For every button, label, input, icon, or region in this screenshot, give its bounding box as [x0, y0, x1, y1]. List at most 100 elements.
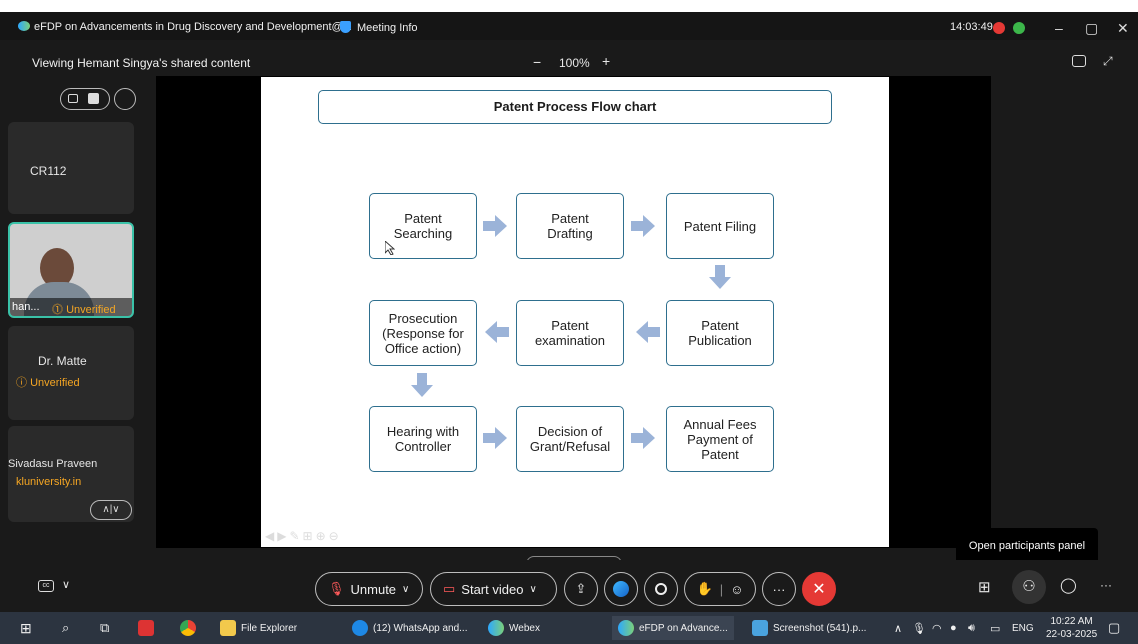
chevron-down-icon: ∨ — [402, 583, 410, 595]
taskbar-file-explorer[interactable]: File Explorer — [220, 618, 297, 638]
task-view-icon[interactable]: ⧉ — [100, 618, 109, 638]
participant-tile[interactable]: Dr. Matte ⓘ Unverified — [8, 326, 134, 420]
unmute-button[interactable]: 🎙︎ Unmute ∨ — [315, 572, 423, 606]
tray-expand-icon[interactable]: ∧ — [894, 618, 902, 638]
tray-volume-icon[interactable]: 🔊︎ — [968, 618, 975, 638]
start-video-button[interactable]: ▭ Start video ∨ — [430, 572, 557, 606]
video-off-icon: ▭ — [443, 581, 456, 596]
down-arrow-icon — [411, 373, 433, 397]
participant-label-bar: han... ⓵ Unverified — [10, 298, 132, 316]
captions-dropdown-icon[interactable]: ∨ — [62, 578, 70, 591]
folder-icon — [220, 620, 236, 636]
down-arrow-icon — [709, 265, 731, 289]
webex-icon — [488, 620, 504, 636]
share-button[interactable]: ⇪ — [564, 572, 598, 606]
shared-slide: Patent Process Flow chart Patent Searchi… — [261, 77, 889, 547]
unverified-badge: ⓵ Unverified — [52, 304, 116, 316]
webex-logo-icon — [18, 21, 30, 31]
slide-title: Patent Process Flow chart — [318, 90, 832, 124]
stage-view-icon[interactable] — [88, 93, 99, 104]
participant-name: Dr. Matte — [38, 354, 87, 368]
edge-app-button[interactable] — [604, 572, 638, 606]
participant-name: Sivadasu Praveen — [8, 458, 98, 470]
participants-panel-button[interactable]: ⚇ — [1012, 570, 1046, 604]
emoji-icon: ☺ — [730, 581, 744, 597]
leave-meeting-button[interactable]: ✕ — [802, 572, 836, 606]
taskbar-webex[interactable]: Webex — [488, 618, 540, 638]
zoom-out-button[interactable]: − — [533, 54, 541, 70]
window-titlebar: eFDP on Advancements in Drug Discovery a… — [0, 0, 1138, 40]
share-viewing-bar: Viewing Hemant Singya's shared content −… — [0, 40, 1138, 76]
right-arrow-icon — [483, 215, 507, 237]
close-window-button[interactable]: ✕ — [1117, 20, 1129, 37]
scroll-participants-button[interactable]: ∧|∨ — [90, 500, 132, 520]
webex-icon — [618, 620, 634, 636]
windows-start-icon[interactable]: ⊞ — [20, 618, 32, 638]
tray-app-icon[interactable]: ● — [950, 618, 957, 638]
record-button[interactable] — [644, 572, 678, 606]
flow-node-hearing: Hearing with Controller — [369, 406, 477, 472]
flow-node-patent-examination: Patent examination — [516, 300, 624, 366]
flow-node-patent-filing: Patent Filing — [666, 193, 774, 259]
participants-icon: ⚇ — [1022, 578, 1036, 595]
grid-view-icon[interactable] — [68, 94, 78, 103]
tray-mic-icon[interactable]: 🎙︎ — [912, 618, 926, 638]
language-indicator[interactable]: ENG — [1012, 618, 1034, 638]
taskbar-screenshot[interactable]: Screenshot (541).p... — [752, 618, 866, 638]
zoom-level: 100% — [559, 56, 590, 70]
meeting-clock: 14:03:49 — [950, 21, 993, 33]
edge-icon — [613, 581, 629, 597]
raise-hand-icon: ✋ — [696, 581, 713, 596]
apps-icon[interactable]: ⊞ — [978, 578, 991, 596]
participants-sidebar: CR112 han... ⓵ Unverified Dr. Matte ⓘ Un… — [0, 80, 156, 550]
pdf-app-icon[interactable] — [138, 618, 159, 638]
minimize-button[interactable]: – — [1055, 20, 1063, 36]
expand-icon[interactable] — [114, 88, 136, 110]
left-arrow-icon — [485, 321, 509, 343]
tray-wifi-icon[interactable]: ◠ — [932, 618, 942, 638]
more-panels-icon[interactable]: ··· — [1100, 578, 1112, 592]
tray-battery-icon[interactable]: ▭ — [990, 618, 1000, 638]
chevron-down-icon: ∨ — [529, 583, 537, 595]
participant-name: CR112 — [30, 164, 67, 178]
right-arrow-icon — [631, 427, 655, 449]
left-arrow-icon — [636, 321, 660, 343]
right-arrow-icon — [631, 215, 655, 237]
participant-video-tile[interactable]: han... ⓵ Unverified — [8, 222, 134, 318]
participants-tooltip: Open participants panel — [956, 528, 1098, 564]
flow-node-decision: Decision of Grant/Refusal — [516, 406, 624, 472]
captions-icon[interactable]: cc — [38, 580, 54, 592]
meeting-title[interactable]: eFDP on Advancements in Drug Discovery a… — [18, 21, 352, 33]
flow-node-prosecution: Prosecution (Response for Office action) — [369, 300, 477, 366]
participant-tile[interactable]: Sivadasu Praveen kluniversity.in ∧|∨ — [8, 426, 134, 522]
shield-icon — [340, 21, 351, 33]
meeting-control-bar: cc ∨ 🎙︎ Unmute ∨ ▭ Start video ∨ ⇪ ✋ | ☺ ·… — [0, 560, 1138, 610]
slide-toolbar-icons[interactable]: ◀▶✎⊞⊕⊖ — [265, 529, 415, 543]
meeting-info-button[interactable]: Meeting Info — [340, 21, 418, 34]
taskbar-efdp[interactable]: eFDP on Advance... — [612, 616, 734, 640]
image-icon — [752, 620, 768, 636]
close-icon: ✕ — [812, 581, 826, 598]
flow-node-patent-drafting: Patent Drafting — [516, 193, 624, 259]
taskbar-clock[interactable]: 10:22 AM 22-03-2025 — [1046, 615, 1097, 641]
participant-tile[interactable]: CR112 — [8, 122, 134, 214]
layout-toggle[interactable] — [60, 88, 110, 110]
notification-icon[interactable]: ▢ — [1108, 618, 1120, 638]
zoom-in-button[interactable]: + — [602, 53, 610, 69]
reactions-button[interactable]: ✋ | ☺ — [684, 572, 756, 606]
flow-node-patent-publication: Patent Publication — [666, 300, 774, 366]
more-options-button[interactable]: ··· — [762, 572, 796, 606]
fullscreen-icon[interactable]: ⤢ — [1103, 54, 1113, 69]
search-icon[interactable]: ⌕ — [62, 618, 69, 638]
chrome-icon[interactable] — [180, 618, 201, 638]
unverified-badge: ⓘ Unverified — [16, 377, 80, 389]
taskbar-whatsapp[interactable]: (12) WhatsApp and... — [352, 618, 468, 638]
windows-taskbar: ⊞ ⌕ ⧉ File Explorer (12) WhatsApp and...… — [0, 612, 1138, 644]
mic-muted-icon: 🎙︎ — [328, 581, 345, 596]
popout-icon[interactable] — [1072, 55, 1086, 67]
chat-icon[interactable]: ◯ — [1060, 576, 1077, 594]
record-icon — [655, 583, 667, 595]
right-arrow-icon — [483, 427, 507, 449]
maximize-button[interactable]: ▢ — [1085, 20, 1098, 37]
viewing-label: Viewing Hemant Singya's shared content — [32, 56, 251, 70]
